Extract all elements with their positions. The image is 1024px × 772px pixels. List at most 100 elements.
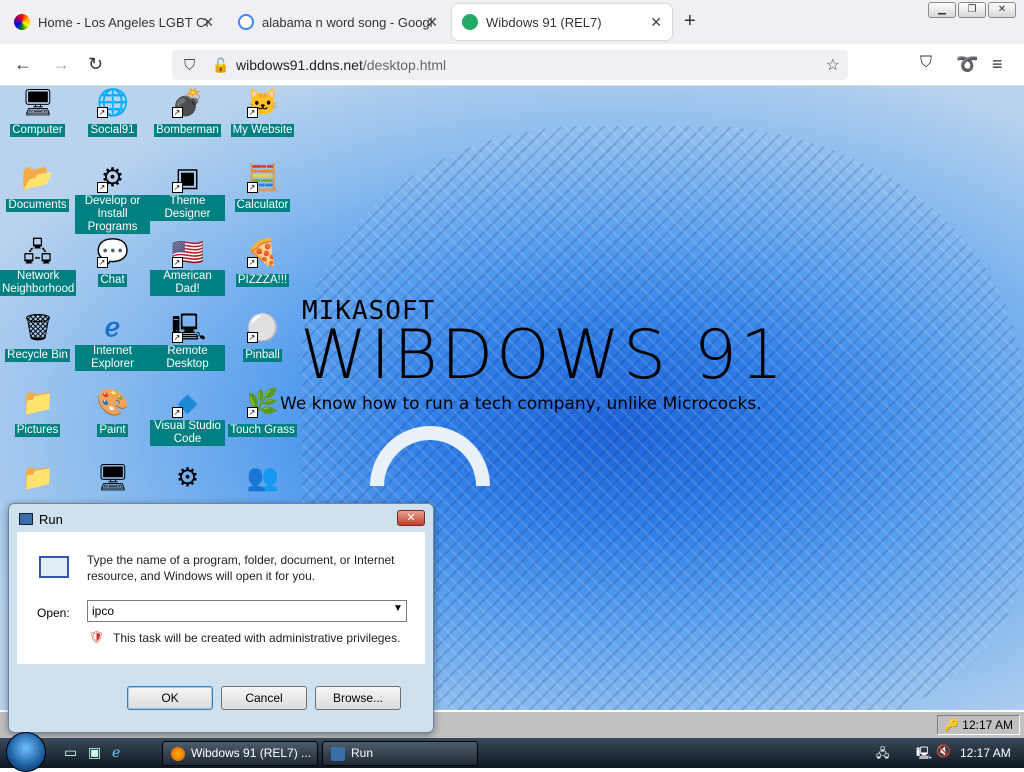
tab-wibdows[interactable]: Wibdows 91 (REL7) ✕ xyxy=(452,4,672,40)
bookmark-star-icon[interactable]: ☆ xyxy=(826,55,840,75)
icon-label: Pictures xyxy=(14,424,61,437)
browser-tab-bar: Home - Los Angeles LGBT Cent ✕ alabama n… xyxy=(0,0,1024,44)
network-tray-icon[interactable]: 🖧 xyxy=(876,744,889,765)
wibdows-favicon-icon xyxy=(462,14,478,30)
back-arrow-icon[interactable]: ← xyxy=(14,54,32,75)
desktop-icon-bomberman[interactable]: 💣 ↗ Bomberman xyxy=(150,86,225,138)
os-taskbar: ▭ ▣ ℯ Wibdows 91 (REL7) ... Run 🖧 🖳 🔇 12… xyxy=(0,732,1024,772)
chat-bubble-icon: 💬 ↗ xyxy=(96,237,129,268)
close-window-icon[interactable]: ✕ xyxy=(988,2,1016,18)
cancel-button[interactable]: Cancel xyxy=(221,686,307,710)
dropdown-arrow-icon[interactable]: ▼ xyxy=(393,603,403,614)
tab-lgbt-center[interactable]: Home - Los Angeles LGBT Cent ✕ xyxy=(4,4,224,40)
shortcut-arrow-icon: ↗ xyxy=(171,407,183,418)
desktop-icon-network[interactable]: 🖧 Network Neighborhood xyxy=(0,236,77,297)
calculator-icon: 🧮 ↗ xyxy=(246,162,279,193)
paint-icon: 🎨 xyxy=(96,387,129,417)
tab-google-search[interactable]: alabama n word song - Google ✕ xyxy=(228,4,448,40)
new-tab-button[interactable]: + xyxy=(684,10,696,33)
desktop-icon-pinball[interactable]: ⚪ ↗ Pinball xyxy=(225,311,300,363)
folder-open-icon: 📂 xyxy=(21,162,54,192)
ok-button[interactable]: OK xyxy=(127,686,213,710)
desktop-icon-paint[interactable]: 🎨 Paint xyxy=(75,386,150,438)
insecure-lock-icon[interactable]: 🔓 xyxy=(212,57,229,74)
pocket-icon[interactable]: ⛉ xyxy=(920,54,932,72)
wibdows-tray: 🔑 12:17 AM xyxy=(937,715,1020,735)
taskbar-button-browser[interactable]: Wibdows 91 (REL7) ... xyxy=(162,741,318,766)
switch-windows-icon[interactable]: ▣ xyxy=(88,744,101,761)
minimize-window-icon[interactable]: ▁ xyxy=(928,2,956,18)
volume-muted-icon[interactable]: 🔇 xyxy=(936,744,951,758)
bomberman-icon: 💣 ↗ xyxy=(171,87,204,118)
run-icon xyxy=(331,747,345,761)
icon-label: Network Neighborhood xyxy=(0,270,77,296)
desktop-icon-computer[interactable]: 🖥 Computer xyxy=(0,86,75,138)
shortcut-arrow-icon: ↗ xyxy=(171,182,183,193)
desktop-icon-documents[interactable]: 📂 Documents xyxy=(0,161,75,213)
desktop-icon-pictures[interactable]: 📁 Pictures xyxy=(0,386,75,438)
connection-tray-icon[interactable]: 🖳 xyxy=(916,744,932,765)
uac-shield-icon: 🛡 xyxy=(89,630,105,644)
desktop-icon-partial-2[interactable]: 🖥 xyxy=(75,461,150,495)
desktop-icon-recycle-bin[interactable]: 🗑 Recycle Bin xyxy=(0,311,75,363)
lgbt-favicon-icon xyxy=(14,14,30,30)
close-icon[interactable]: ✕ xyxy=(397,510,425,526)
wibdows-clock: 12:17 AM xyxy=(962,718,1013,732)
desktop-icon-pizzza[interactable]: 🍕 ↗ PIZZZA!!! xyxy=(225,236,300,288)
reload-icon[interactable]: ↻ xyxy=(88,54,103,75)
maximize-window-icon[interactable]: ❐ xyxy=(958,2,986,18)
start-orb-icon[interactable] xyxy=(6,732,46,772)
address-bar[interactable]: ⛉ 🔓 wibdows91.ddns.net/desktop.html ☆ xyxy=(172,50,848,80)
install-programs-icon: ⚙ ↗ xyxy=(96,161,129,193)
desktop-icon-partial-4[interactable]: 👥 xyxy=(225,461,300,495)
close-tab-icon[interactable]: ✕ xyxy=(426,14,438,31)
desktop-icon-my-website[interactable]: 🐱 ↗ My Website xyxy=(225,86,300,138)
desktop-icon-partial-3[interactable]: ⚙ xyxy=(150,461,225,495)
icon-label: Recycle Bin xyxy=(5,349,70,362)
icon-label: Theme Designer xyxy=(150,195,225,221)
icon-label: PIZZZA!!! xyxy=(235,274,290,287)
show-desktop-icon[interactable]: ▭ xyxy=(64,744,77,761)
window-icon: ▣ ↗ xyxy=(171,161,204,193)
desktop-icon-american-dad[interactable]: 🇺🇸 ↗ American Dad! xyxy=(150,236,225,297)
window-controls: ▁ ❐ ✕ xyxy=(928,2,1016,18)
open-input[interactable] xyxy=(87,600,407,622)
forward-arrow-icon[interactable]: → xyxy=(52,54,70,75)
icon-label: Touch Grass xyxy=(228,424,297,437)
extension-icon[interactable]: ➰ xyxy=(956,54,978,75)
desktop-icon-internet-explorer[interactable]: ℯ Internet Explorer xyxy=(75,311,150,372)
icon-label: Visual Studio Code xyxy=(150,420,225,446)
close-tab-icon[interactable]: ✕ xyxy=(650,14,662,31)
icon-label: Remote Desktop xyxy=(150,345,225,371)
run-description: Type the name of a program, folder, docu… xyxy=(87,553,395,583)
github-icon: 🐱 ↗ xyxy=(246,87,279,118)
menu-hamburger-icon[interactable]: ≡ xyxy=(992,54,1003,75)
icon-label: Bomberman xyxy=(154,124,221,137)
admin-privileges-note: This task will be created with administr… xyxy=(113,631,401,645)
browse-button[interactable]: Browse... xyxy=(315,686,401,710)
ie-quicklaunch-icon[interactable]: ℯ xyxy=(112,744,120,761)
desktop-icon-theme-designer[interactable]: ▣ ↗ Theme Designer xyxy=(150,161,225,222)
icon-label: Calculator xyxy=(234,199,291,212)
desktop-icon-social91[interactable]: 🌐 ↗ Social91 xyxy=(75,86,150,138)
folder-icon: 📁 xyxy=(21,462,54,492)
grass-icon: 🌿 ↗ xyxy=(246,387,279,418)
desktop-icon-chat[interactable]: 💬 ↗ Chat xyxy=(75,236,150,288)
shield-icon[interactable]: ⛉ xyxy=(184,57,195,74)
close-tab-icon[interactable]: ✕ xyxy=(202,14,214,31)
desktop-icon-remote-desktop[interactable]: 🖳 ↗ Remote Desktop xyxy=(150,311,225,372)
network-icon: 🖧 xyxy=(23,237,52,267)
internet-explorer-icon: ℯ xyxy=(104,312,121,342)
run-dialog-title: Run xyxy=(39,512,63,527)
icon-label: Documents xyxy=(6,199,69,212)
desktop-icon-install-programs[interactable]: ⚙ ↗ Develop or Install Programs xyxy=(75,161,150,235)
icon-label: Social91 xyxy=(88,124,137,137)
taskbar-button-run[interactable]: Run xyxy=(322,741,478,766)
system-clock[interactable]: 12:17 AM xyxy=(960,746,1011,760)
taskbar-button-label: Wibdows 91 (REL7) ... xyxy=(191,746,312,760)
desktop-icon-calculator[interactable]: 🧮 ↗ Calculator xyxy=(225,161,300,213)
shortcut-arrow-icon: ↗ xyxy=(171,107,183,118)
desktop-icon-vscode[interactable]: ◆ ↗ Visual Studio Code xyxy=(150,386,225,447)
desktop-icon-partial-1[interactable]: 📁 xyxy=(0,461,75,495)
shortcut-arrow-icon: ↗ xyxy=(246,182,258,193)
